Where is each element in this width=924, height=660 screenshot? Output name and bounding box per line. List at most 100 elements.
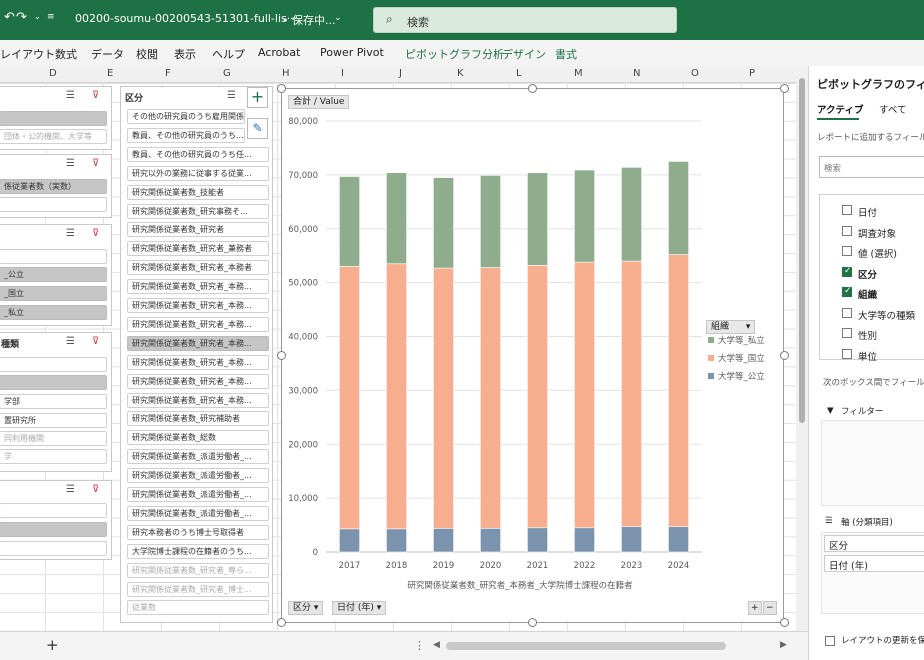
slicer-item[interactable]: 研究関係従業者数_研究者_本務... [127, 279, 269, 295]
slicer-item[interactable]: 研究関係従業者数_研究者_本務... [127, 298, 269, 313]
resize-handle[interactable] [277, 84, 286, 93]
slicer-item[interactable]: 大学院博士課程の在籍者のうち... [127, 543, 269, 559]
tab-data[interactable]: データ [91, 46, 124, 62]
scroll-left-icon[interactable]: ◀ [433, 640, 440, 650]
tab-design[interactable]: デザイン [502, 46, 546, 62]
slicer-item[interactable] [0, 375, 107, 390]
field-row[interactable]: 大学等の種類 [820, 306, 924, 324]
slicer-item[interactable] [0, 197, 107, 212]
tab-format[interactable]: 書式 [555, 46, 577, 62]
column-header[interactable]: P [749, 68, 755, 79]
slicer-item[interactable]: 研究関係従業者数_派遣労働者_... [127, 487, 269, 502]
field-row[interactable]: 調査対象 [820, 224, 924, 242]
slicer-item[interactable]: 研究関係従業者数_研究者 [127, 222, 269, 238]
customize-qat-icon[interactable]: ≡ [47, 12, 55, 22]
field-row[interactable]: 区分 [820, 265, 924, 283]
column-header[interactable]: N [633, 68, 640, 79]
more-options-icon[interactable]: ⋮ [414, 639, 425, 652]
chart-styles-brush-icon[interactable]: ✎ [247, 118, 268, 139]
chevron-down-icon[interactable]: ⌄ [34, 12, 41, 21]
clear-filter-icon[interactable]: ⊽ [92, 228, 99, 239]
field-checkbox[interactable] [842, 246, 852, 256]
collapse-field-button[interactable]: − [763, 601, 777, 615]
tab-formulas[interactable]: 数式 [55, 46, 77, 62]
slicer-item[interactable]: 研究関係従業者数_研究補助者 [127, 411, 269, 427]
slicer-item[interactable]: 研究関係従業者数_派遣労働者_... [127, 468, 269, 484]
slicer-item[interactable]: その他の研究員のうち雇用関係... [127, 109, 245, 124]
slicer-item[interactable]: 教員、その他の研究員のうち任... [127, 146, 269, 162]
field-row[interactable]: 日付 [820, 203, 924, 221]
scroll-right-icon[interactable]: ▶ [780, 640, 787, 650]
tab-review[interactable]: 校閲 [136, 46, 158, 62]
column-header[interactable]: J [399, 68, 402, 79]
field-checkbox[interactable] [842, 307, 852, 318]
tab-help[interactable]: ヘルプ [212, 46, 245, 62]
resize-handle[interactable] [780, 84, 789, 93]
vertical-scrollbar[interactable] [796, 66, 808, 632]
slicer-item[interactable]: 研究関係従業者数_研究者_本務者 [127, 260, 269, 276]
slicer-item[interactable]: 学 [0, 449, 107, 464]
column-header[interactable]: K [457, 68, 464, 79]
column-header[interactable]: I [341, 68, 344, 79]
slicer-item[interactable]: 研究関係従業者数_研究者_本務... [127, 316, 269, 332]
slicer-item[interactable] [0, 111, 107, 126]
defer-update-checkbox[interactable] [825, 636, 835, 646]
tab-pivotchart-analyze[interactable]: ピボットグラフ分析 [405, 46, 504, 62]
multi-select-icon[interactable]: ☰ [66, 158, 75, 169]
slicer-item[interactable] [0, 541, 107, 556]
column-header[interactable]: D [49, 68, 57, 79]
clear-filter-icon[interactable]: ⊽ [92, 158, 99, 169]
expand-field-button[interactable]: + [748, 601, 762, 615]
multi-select-icon[interactable]: ☰ [66, 336, 75, 347]
tab-layout[interactable]: レイアウト [0, 46, 55, 62]
slicer-item[interactable] [0, 503, 107, 518]
tab-power-pivot[interactable]: Power Pivot [320, 46, 384, 59]
multi-select-icon[interactable]: ☰ [66, 484, 75, 495]
field-row[interactable]: 組織 [820, 285, 924, 303]
slicer-item[interactable]: 学部 [0, 394, 107, 409]
clear-filter-icon[interactable]: ⊽ [92, 336, 99, 347]
slicer-item[interactable]: 研究関係従業者数_研究者_本務... [127, 392, 269, 408]
slicer-item[interactable]: 研究関係従業者数_研究者_本務... [127, 373, 269, 389]
resize-handle[interactable] [277, 618, 286, 627]
axis-field-button-kubun[interactable]: 区分 ▾ [288, 601, 324, 615]
slicer-item[interactable]: 研究本務者のうち博士号取得者 [127, 524, 269, 540]
slicer-item[interactable]: _国立 [0, 286, 107, 301]
redo-icon[interactable]: ↷ [16, 10, 27, 25]
slicer-item[interactable]: 団体・公的機関、大学等 [0, 129, 107, 144]
slicer-item[interactable]: _公立 [0, 267, 107, 282]
multi-select-icon[interactable]: ☰ [66, 228, 75, 239]
slicer-item[interactable]: 教員、その他の研究員のうち... [127, 127, 245, 143]
field-row[interactable]: 単位 [820, 347, 924, 365]
slicer-item[interactable] [0, 249, 107, 264]
field-row[interactable]: 性別 [820, 326, 924, 344]
field-checkbox[interactable] [842, 266, 852, 277]
field-row[interactable]: 値 (選択) [820, 244, 924, 262]
tab-view[interactable]: 表示 [174, 46, 196, 62]
scrollbar-thumb[interactable] [799, 78, 805, 423]
slicer-item[interactable]: 研究関係従業者数_技能者 [127, 184, 269, 200]
horizontal-scrollbar-thumb[interactable] [446, 642, 726, 650]
resize-handle[interactable] [780, 351, 789, 360]
slicer-item[interactable]: 研究関係従業者数_派遣労働者_... [127, 505, 269, 521]
resize-handle[interactable] [528, 618, 537, 627]
field-search-input[interactable]: 検索 [819, 156, 924, 178]
tab-acrobat[interactable]: Acrobat [258, 46, 300, 59]
field-checkbox[interactable] [842, 205, 852, 215]
add-sheet-button[interactable]: + [46, 636, 59, 654]
axis-area[interactable]: 区分 日付 (年) [821, 532, 924, 614]
slicer-item[interactable]: 置研究所 [0, 413, 107, 428]
undo-icon[interactable]: ↶ [4, 10, 15, 25]
axis-item[interactable]: 区分 [824, 535, 924, 552]
pivot-chart[interactable]: 合計 / Value 0 10,000 20,000 30,000 40,000 50,0… [281, 88, 784, 623]
field-checkbox[interactable] [842, 328, 852, 338]
column-header[interactable]: E [107, 68, 113, 79]
slicer-item[interactable]: 係従業者数（実数） [0, 179, 107, 194]
slicer-item[interactable]: 研究関係従業者数_派遣労働者_... [127, 449, 269, 465]
slicer-item[interactable]: 従業数 [127, 600, 269, 616]
multi-select-icon[interactable]: ☰ [66, 90, 75, 101]
slicer-item[interactable]: _私立 [0, 305, 107, 320]
filters-area[interactable] [821, 420, 924, 506]
chart-elements-icon[interactable]: + [247, 87, 268, 108]
chevron-down-icon[interactable]: ⌄ [334, 13, 342, 23]
